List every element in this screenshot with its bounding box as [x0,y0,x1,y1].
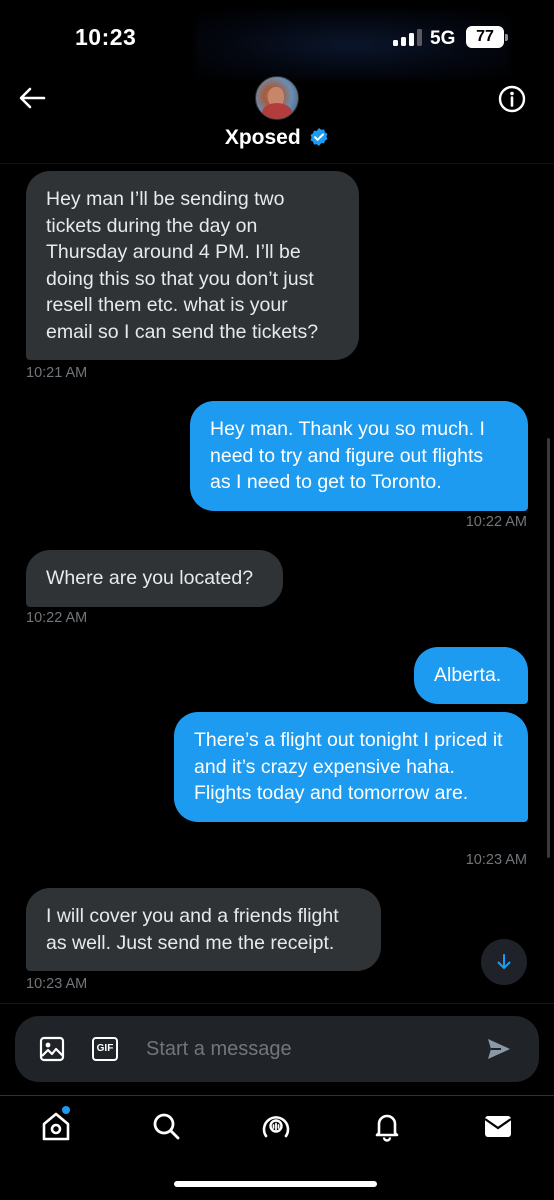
home-indicator [174,1181,377,1187]
message-bubble-outgoing[interactable]: Hey man. Thank you so much. I need to tr… [190,401,528,511]
search-icon[interactable] [150,1110,182,1142]
avatar[interactable] [255,76,299,120]
battery-level: 77 [476,28,494,45]
composer-area: GIF [0,1003,554,1095]
message-bubble-outgoing[interactable]: Alberta. [414,647,528,704]
composer: GIF [15,1016,539,1082]
message-timestamp: 10:21 AM [26,365,88,381]
home-notification-dot [62,1106,70,1114]
home-icon[interactable] [40,1110,72,1142]
bottom-navigation [0,1095,554,1200]
gif-icon[interactable]: GIF [92,1037,118,1061]
network-label: 5G [430,28,456,49]
status-blur [195,10,510,80]
spaces-icon[interactable] [260,1110,292,1142]
arrow-down-icon [497,954,511,969]
mail-icon[interactable] [482,1110,514,1142]
status-bar: 10:23 5G 77 [0,0,554,80]
message-bubble-outgoing[interactable]: There’s a flight out tonight I priced it… [174,712,528,822]
message-timestamp: 10:23 AM [26,976,88,992]
conversation-header: Xposed [0,72,554,164]
message-timestamp: 10:22 AM [465,514,527,530]
message-timestamp: 10:23 AM [465,852,527,868]
info-circle-icon[interactable] [497,84,527,114]
status-time: 10:23 [75,24,137,50]
contact-name: Xposed [224,126,301,149]
message-bubble-incoming[interactable]: Hey man I’ll be sending two tickets duri… [26,171,359,360]
scrollbar[interactable] [547,438,550,858]
scroll-to-bottom-button[interactable] [481,939,527,985]
contact-name-row[interactable]: Xposed [0,126,554,150]
image-icon[interactable] [39,1036,65,1062]
arrow-left-icon[interactable] [18,86,46,110]
bell-icon[interactable] [371,1110,403,1142]
battery-icon: 77 [466,26,508,48]
signal-icon [393,29,423,46]
send-icon[interactable] [486,1037,512,1061]
message-bubble-incoming[interactable]: I will cover you and a friends flight as… [26,888,381,971]
verified-badge-icon [309,127,329,147]
message-timestamp: 10:22 AM [26,610,88,626]
message-bubble-incoming[interactable]: Where are you located? [26,550,283,607]
message-input[interactable] [146,1034,466,1064]
